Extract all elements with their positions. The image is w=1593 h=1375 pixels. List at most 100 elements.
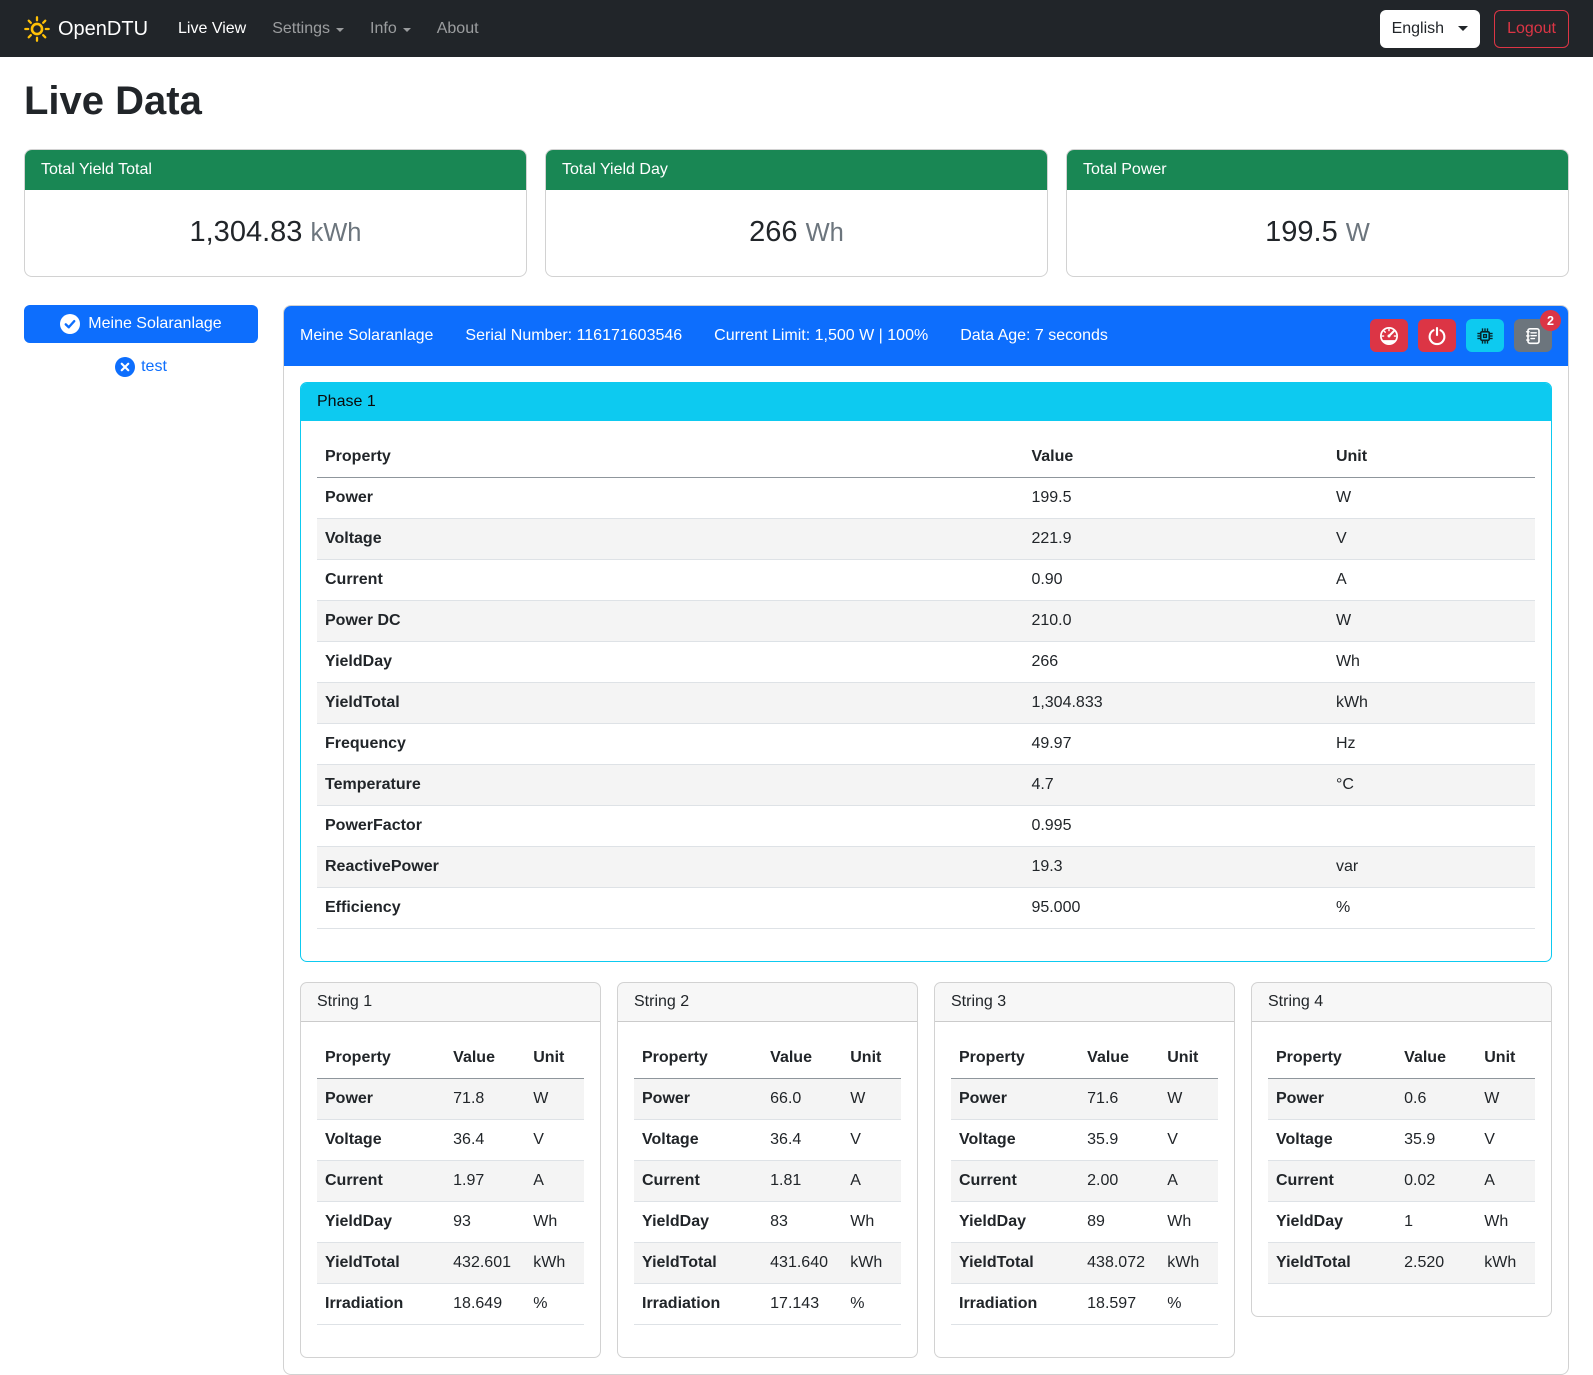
property-cell: Power DC xyxy=(317,600,1023,641)
value-cell: 49.97 xyxy=(1023,723,1328,764)
unit-cell: A xyxy=(1159,1160,1218,1201)
inverter-sidebar: Meine Solaranlage test xyxy=(24,305,258,379)
nav-item-settings[interactable]: Settings xyxy=(262,9,354,49)
property-cell: Power xyxy=(951,1078,1079,1119)
table-header-row: Property Value Unit xyxy=(634,1038,901,1079)
string-table: Property Value Unit Power xyxy=(1268,1038,1535,1284)
language-value: English xyxy=(1392,17,1444,41)
logout-button[interactable]: Logout xyxy=(1494,10,1569,48)
property-cell: Irradiation xyxy=(317,1283,445,1324)
value-cell: 1,304.833 xyxy=(1023,682,1328,723)
table-row: Irradiation 17.143 % xyxy=(634,1283,901,1324)
string-card-title: String 4 xyxy=(1252,983,1551,1022)
string-card-title: String 1 xyxy=(301,983,600,1022)
table-row: Current 0.90 A xyxy=(317,559,1535,600)
table-row: YieldDay 93 Wh xyxy=(317,1201,584,1242)
value-cell: 83 xyxy=(762,1201,842,1242)
column-header-unit: Unit xyxy=(525,1038,584,1079)
property-cell: Power xyxy=(1268,1078,1396,1119)
power-button[interactable] xyxy=(1418,319,1456,352)
table-row: YieldTotal 2.520 kWh xyxy=(1268,1242,1535,1283)
table-row: Voltage 35.9 V xyxy=(951,1119,1218,1160)
unit-cell: % xyxy=(842,1283,901,1324)
brand-link[interactable]: OpenDTU xyxy=(24,14,148,44)
sidebar-item-test[interactable]: test xyxy=(24,355,258,379)
table-row: Power 66.0 W xyxy=(634,1078,901,1119)
value-cell: 89 xyxy=(1079,1201,1159,1242)
table-row: Current 1.97 A xyxy=(317,1160,584,1201)
table-row: Voltage 36.4 V xyxy=(317,1119,584,1160)
phase-panel-body: Property Value Unit Power xyxy=(301,421,1551,961)
inverter-data-age: Data Age: 7 seconds xyxy=(960,324,1108,348)
device-info-button[interactable] xyxy=(1466,319,1504,352)
table-row: Irradiation 18.649 % xyxy=(317,1283,584,1324)
language-select[interactable]: English xyxy=(1380,10,1480,48)
cpu-icon xyxy=(1475,326,1495,346)
unit-cell: A xyxy=(1328,559,1535,600)
page-title: Live Data xyxy=(24,71,1569,131)
column-header-property: Property xyxy=(951,1038,1079,1079)
nav-item-about[interactable]: About xyxy=(427,9,489,49)
unit-cell: Wh xyxy=(1476,1201,1535,1242)
unit-cell: V xyxy=(1159,1119,1218,1160)
column-header-unit: Unit xyxy=(842,1038,901,1079)
table-row: Voltage 36.4 V xyxy=(634,1119,901,1160)
value-cell: 0.02 xyxy=(1396,1160,1476,1201)
table-header-row: Property Value Unit xyxy=(317,1038,584,1079)
value-cell: 0.6 xyxy=(1396,1078,1476,1119)
nav-links: Live View Settings Info About xyxy=(168,9,1380,49)
property-cell: ReactivePower xyxy=(317,846,1023,887)
table-row: Efficiency 95.000 % xyxy=(317,887,1535,928)
value-cell: 71.6 xyxy=(1079,1078,1159,1119)
value-cell: 18.597 xyxy=(1079,1283,1159,1324)
card-header: Total Yield Day xyxy=(546,150,1047,190)
unit-cell: kWh xyxy=(842,1242,901,1283)
value-cell: 266 xyxy=(1023,641,1328,682)
value-cell: 438.072 xyxy=(1079,1242,1159,1283)
event-log-button[interactable]: 2 xyxy=(1514,319,1552,352)
value-unit: Wh xyxy=(806,219,844,247)
column-header-value: Value xyxy=(762,1038,842,1079)
column-header-property: Property xyxy=(1268,1038,1396,1079)
value-cell: 95.000 xyxy=(1023,887,1328,928)
value-cell: 36.4 xyxy=(445,1119,525,1160)
unit-cell: kWh xyxy=(1476,1242,1535,1283)
unit-cell: kWh xyxy=(525,1242,584,1283)
sidebar-item-label: Meine Solaranlage xyxy=(88,315,221,333)
value-unit: W xyxy=(1346,219,1370,247)
property-cell: YieldTotal xyxy=(951,1242,1079,1283)
inverter-name: Meine Solaranlage xyxy=(300,324,433,348)
card-value: 199.5 W xyxy=(1067,190,1568,276)
string-table: Property Value Unit Power xyxy=(317,1038,584,1325)
unit-cell: °C xyxy=(1328,764,1535,805)
table-row: Frequency 49.97 Hz xyxy=(317,723,1535,764)
table-row: YieldTotal 432.601 kWh xyxy=(317,1242,584,1283)
unit-cell: Wh xyxy=(842,1201,901,1242)
unit-cell: % xyxy=(525,1283,584,1324)
chevron-down-icon xyxy=(1458,26,1468,31)
sidebar-item-label: test xyxy=(141,355,167,379)
nav-item-label: Settings xyxy=(272,17,330,41)
inverter-limit: Current Limit: 1,500 W | 100% xyxy=(714,324,928,348)
table-row: Voltage 35.9 V xyxy=(1268,1119,1535,1160)
property-cell: Power xyxy=(317,477,1023,518)
string-card-body: Property Value Unit Power xyxy=(618,1022,917,1357)
value-cell: 1.81 xyxy=(762,1160,842,1201)
table-row: YieldDay 1 Wh xyxy=(1268,1201,1535,1242)
unit-cell: W xyxy=(842,1078,901,1119)
value-cell: 35.9 xyxy=(1396,1119,1476,1160)
limit-settings-button[interactable] xyxy=(1370,319,1408,352)
nav-item-live-view[interactable]: Live View xyxy=(168,9,256,49)
chevron-down-icon xyxy=(403,28,411,32)
sidebar-item-meine-solaranlage[interactable]: Meine Solaranlage xyxy=(24,305,258,343)
nav-item-info[interactable]: Info xyxy=(360,9,421,49)
property-cell: Voltage xyxy=(951,1119,1079,1160)
unit-cell: W xyxy=(525,1078,584,1119)
value-cell: 221.9 xyxy=(1023,518,1328,559)
unit-cell: kWh xyxy=(1159,1242,1218,1283)
property-cell: YieldDay xyxy=(951,1201,1079,1242)
table-row: Power 71.8 W xyxy=(317,1078,584,1119)
unit-cell xyxy=(1328,805,1535,846)
property-cell: Power xyxy=(317,1078,445,1119)
property-cell: YieldDay xyxy=(634,1201,762,1242)
